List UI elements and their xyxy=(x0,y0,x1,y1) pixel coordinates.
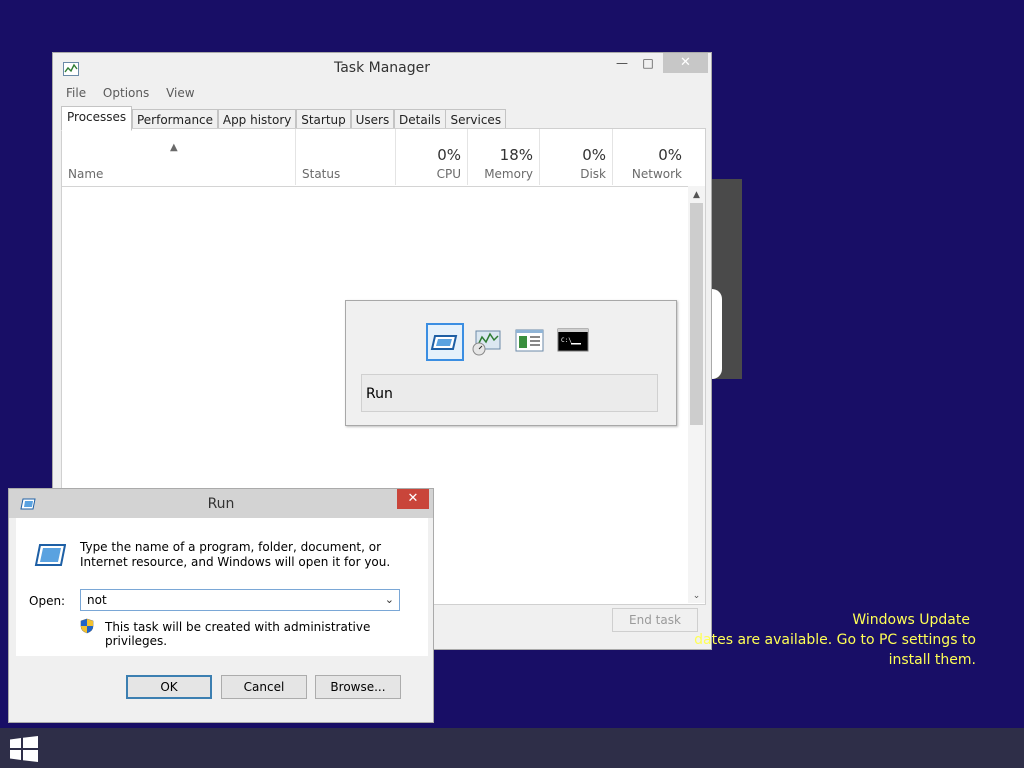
scroll-down-arrow-icon[interactable]: ⌄ xyxy=(688,589,705,603)
performance-monitor-icon xyxy=(472,330,501,356)
open-combobox-value[interactable]: not xyxy=(87,593,107,607)
cpu-label: CPU xyxy=(436,167,461,181)
background-window-edge xyxy=(712,179,742,379)
cancel-button[interactable]: Cancel xyxy=(221,675,307,699)
windows-update-line1[interactable]: dates are available. Go to PC settings t… xyxy=(694,632,976,648)
column-header-cpu[interactable]: 0% CPU xyxy=(396,129,468,185)
memory-label: Memory xyxy=(484,167,533,181)
network-percent: 0% xyxy=(658,146,682,164)
memory-percent: 18% xyxy=(499,146,533,164)
switcher-item-task-manager[interactable] xyxy=(512,323,550,361)
sort-caret-icon: ▲ xyxy=(170,142,178,153)
command-prompt-icon: C:\_ xyxy=(557,328,589,352)
ok-button[interactable]: OK xyxy=(126,675,212,699)
run-program-icon xyxy=(34,544,66,566)
disk-label: Disk xyxy=(580,167,606,181)
switcher-item-performance-monitor[interactable] xyxy=(470,323,508,361)
run-icon xyxy=(430,335,458,350)
browse-button[interactable]: Browse... xyxy=(315,675,401,699)
run-title: Run xyxy=(207,496,235,512)
header-divider xyxy=(62,186,697,187)
cpu-percent: 0% xyxy=(437,146,461,164)
uac-shield-icon xyxy=(80,618,94,634)
chevron-down-icon[interactable]: ⌄ xyxy=(385,593,394,606)
network-label: Network xyxy=(631,167,682,181)
run-close-button[interactable]: ✕ xyxy=(397,489,429,509)
run-body: Type the name of a program, folder, docu… xyxy=(16,518,428,656)
column-header-status[interactable]: Status xyxy=(296,129,396,185)
windows-update-line2[interactable]: install them. xyxy=(889,652,976,668)
run-prompt-text: Type the name of a program, folder, docu… xyxy=(80,540,391,569)
open-label: Open: xyxy=(29,594,66,608)
tab-strip: Processes Performance App history Startu… xyxy=(61,106,507,131)
windows-update-title[interactable]: Windows Update xyxy=(852,612,970,628)
task-manager-titlebar[interactable]: Task Manager — □ ✕ xyxy=(53,53,711,83)
scroll-up-arrow-icon[interactable]: ▲ xyxy=(688,188,705,202)
menu-bar: File Options View xyxy=(53,84,195,104)
disk-percent: 0% xyxy=(582,146,606,164)
svg-text:C:\_: C:\_ xyxy=(561,337,576,344)
column-header-name[interactable]: ▲ Name xyxy=(62,129,296,185)
window-switcher: C:\_ Run xyxy=(345,300,677,426)
run-dialog: Run ✕ Type the name of a program, folder… xyxy=(8,488,434,723)
maximize-button[interactable]: □ xyxy=(635,53,661,73)
switcher-item-command-prompt[interactable]: C:\_ xyxy=(556,323,594,361)
column-status-label: Status xyxy=(302,167,341,181)
windows-start-icon[interactable] xyxy=(10,736,38,762)
column-header-memory[interactable]: 18% Memory xyxy=(468,129,540,185)
minimize-button[interactable]: — xyxy=(609,53,635,73)
scroll-thumb[interactable] xyxy=(690,203,703,425)
run-titlebar[interactable]: Run ✕ xyxy=(9,489,433,518)
background-window-curve xyxy=(712,289,722,379)
admin-privileges-note: This task will be created with administr… xyxy=(105,620,371,648)
taskbar xyxy=(0,728,1024,768)
open-combobox[interactable]: not ⌄ xyxy=(80,589,400,611)
menu-file[interactable]: File xyxy=(66,84,86,102)
switcher-item-run[interactable] xyxy=(426,323,464,361)
vertical-scrollbar[interactable]: ▲ ⌄ xyxy=(688,186,705,603)
task-manager-icon xyxy=(515,329,544,352)
column-header-network[interactable]: 0% Network xyxy=(613,129,688,185)
column-name-label: Name xyxy=(68,167,104,181)
tab-processes[interactable]: Processes xyxy=(61,106,133,131)
close-button[interactable]: ✕ xyxy=(663,53,708,73)
switcher-selected-label: Run xyxy=(361,374,658,412)
menu-view[interactable]: View xyxy=(166,84,194,102)
menu-options[interactable]: Options xyxy=(103,84,149,102)
column-header-disk[interactable]: 0% Disk xyxy=(540,129,613,185)
end-task-button[interactable]: End task xyxy=(612,608,698,632)
